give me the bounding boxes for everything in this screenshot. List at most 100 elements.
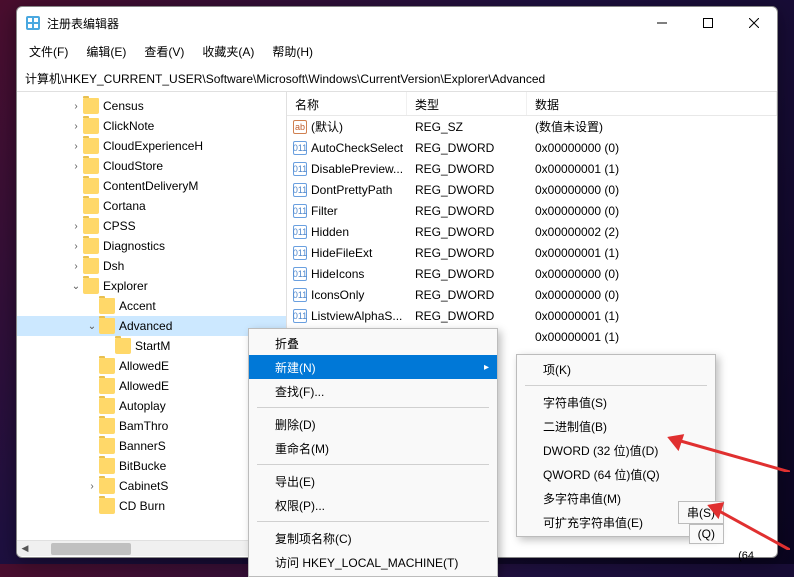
tree-item[interactable]: ›Census bbox=[17, 96, 286, 116]
hscroll-thumb[interactable] bbox=[51, 543, 131, 555]
value-name: ListviewAlphaS... bbox=[311, 309, 402, 323]
chevron-right-icon[interactable]: › bbox=[69, 161, 83, 172]
list-row[interactable]: 011DisablePreview...REG_DWORD0x00000001 … bbox=[287, 158, 777, 179]
tree-item[interactable]: ›ClickNote bbox=[17, 116, 286, 136]
maximize-button[interactable] bbox=[685, 7, 731, 39]
tree-item[interactable]: ›CabinetS bbox=[17, 476, 286, 496]
list-row[interactable]: 011HideFileExtREG_DWORD0x00000001 (1) bbox=[287, 242, 777, 263]
tree-item[interactable]: ContentDeliveryM bbox=[17, 176, 286, 196]
list-row[interactable]: 011HiddenREG_DWORD0x00000002 (2) bbox=[287, 221, 777, 242]
tree-item[interactable]: StartM bbox=[17, 336, 286, 356]
ctx-goto-hklm[interactable]: 访问 HKEY_LOCAL_MACHINE(T) bbox=[249, 550, 497, 574]
ctx-new-key[interactable]: 项(K) bbox=[517, 357, 715, 381]
chevron-right-icon[interactable]: › bbox=[69, 141, 83, 152]
ctx-delete[interactable]: 删除(D) bbox=[249, 412, 497, 436]
address-bar[interactable]: 计算机\HKEY_CURRENT_USER\Software\Microsoft… bbox=[17, 66, 777, 92]
tree-item[interactable]: CD Burn bbox=[17, 496, 286, 516]
list-header-name[interactable]: 名称 bbox=[287, 92, 407, 115]
chevron-right-icon[interactable]: › bbox=[69, 101, 83, 112]
ctx-new-string[interactable]: 字符串值(S) bbox=[517, 390, 715, 414]
ctx-find[interactable]: 查找(F)... bbox=[249, 379, 497, 403]
value-type: REG_DWORD bbox=[407, 267, 527, 281]
ctx-permissions[interactable]: 权限(P)... bbox=[249, 493, 497, 517]
chevron-down-icon[interactable]: ⌄ bbox=[69, 281, 83, 292]
menu-view[interactable]: 查看(V) bbox=[136, 41, 192, 62]
tree-item[interactable]: Cortana bbox=[17, 196, 286, 216]
ctx-new-binary[interactable]: 二进制值(B) bbox=[517, 414, 715, 438]
reg-binary-icon: 011 bbox=[293, 141, 307, 155]
scroll-left-arrow-icon[interactable]: ◀ bbox=[17, 543, 33, 554]
chevron-right-icon[interactable]: › bbox=[69, 241, 83, 252]
list-row[interactable]: 011IconsOnlyREG_DWORD0x00000000 (0) bbox=[287, 284, 777, 305]
tree-item[interactable]: ›Diagnostics bbox=[17, 236, 286, 256]
list-row[interactable]: 011AutoCheckSelectREG_DWORD0x00000000 (0… bbox=[287, 137, 777, 158]
ctx-copy-key[interactable]: 复制项名称(C) bbox=[249, 526, 497, 550]
folder-icon bbox=[99, 458, 115, 474]
value-type: REG_DWORD bbox=[407, 288, 527, 302]
tree-item-label: CPSS bbox=[103, 219, 136, 233]
folder-icon bbox=[99, 438, 115, 454]
list-header-type[interactable]: 类型 bbox=[407, 92, 527, 115]
value-name: HideFileExt bbox=[311, 246, 372, 260]
folder-icon bbox=[83, 218, 99, 234]
ctx-new-label: 新建(N) bbox=[275, 359, 316, 376]
tree-item[interactable]: Autoplay bbox=[17, 396, 286, 416]
value-name: HideIcons bbox=[311, 267, 364, 281]
ctx-export[interactable]: 导出(E) bbox=[249, 469, 497, 493]
list-row[interactable]: 011ListviewAlphaS...REG_DWORD0x00000001 … bbox=[287, 305, 777, 326]
menu-file[interactable]: 文件(F) bbox=[21, 41, 76, 62]
reg-string-icon: ab bbox=[293, 120, 307, 134]
tree-item[interactable]: BitBucke bbox=[17, 456, 286, 476]
value-data: 0x00000001 (1) bbox=[527, 309, 777, 323]
menu-edit[interactable]: 编辑(E) bbox=[78, 41, 134, 62]
tree-pane[interactable]: ›Census›ClickNote›CloudExperienceH›Cloud… bbox=[17, 92, 287, 556]
chevron-right-icon[interactable]: › bbox=[69, 261, 83, 272]
tree-item[interactable]: BannerS bbox=[17, 436, 286, 456]
ctx-collapse[interactable]: 折叠 bbox=[249, 331, 497, 355]
list-row[interactable]: ab(默认)REG_SZ(数值未设置) bbox=[287, 116, 777, 137]
tree-item-label: Accent bbox=[119, 299, 156, 313]
tree-item[interactable]: ›Dsh bbox=[17, 256, 286, 276]
value-type: REG_DWORD bbox=[407, 225, 527, 239]
value-data: 0x00000001 (1) bbox=[527, 162, 777, 176]
list-row[interactable]: 011DontPrettyPathREG_DWORD0x00000000 (0) bbox=[287, 179, 777, 200]
tree-item[interactable]: AllowedE bbox=[17, 376, 286, 396]
folder-icon bbox=[83, 118, 99, 134]
chevron-right-icon[interactable]: › bbox=[69, 121, 83, 132]
menu-help[interactable]: 帮助(H) bbox=[264, 41, 321, 62]
chevron-down-icon[interactable]: ⌄ bbox=[85, 321, 99, 332]
chevron-right-icon[interactable]: › bbox=[69, 221, 83, 232]
value-name: AutoCheckSelect bbox=[311, 141, 403, 155]
tree-hscrollbar[interactable]: ◀ ▶ bbox=[17, 540, 286, 556]
tree-item[interactable]: ›CloudStore bbox=[17, 156, 286, 176]
close-button[interactable] bbox=[731, 7, 777, 39]
tree-item-label: Explorer bbox=[103, 279, 148, 293]
ctx-new-dword[interactable]: DWORD (32 位)值(D) bbox=[517, 438, 715, 462]
partial-hint: (64 bbox=[738, 550, 754, 562]
tree-item-label: BamThro bbox=[119, 419, 168, 433]
ctx-new-qword[interactable]: QWORD (64 位)值(Q) bbox=[517, 462, 715, 486]
tree-item[interactable]: Accent bbox=[17, 296, 286, 316]
titlebar-left: 注册表编辑器 bbox=[25, 15, 119, 32]
folder-icon bbox=[99, 358, 115, 374]
ctx-new[interactable]: 新建(N) ▸ bbox=[249, 355, 497, 379]
tree-item[interactable]: › CPSS bbox=[17, 216, 286, 236]
list-header-data[interactable]: 数据 bbox=[527, 92, 777, 115]
folder-icon bbox=[83, 178, 99, 194]
value-name: DisablePreview... bbox=[311, 162, 403, 176]
folder-icon bbox=[99, 418, 115, 434]
minimize-button[interactable] bbox=[639, 7, 685, 39]
list-row[interactable]: 011FilterREG_DWORD0x00000000 (0) bbox=[287, 200, 777, 221]
tree-item[interactable]: ⌄ Explorer bbox=[17, 276, 286, 296]
list-row[interactable]: 011HideIconsREG_DWORD0x00000000 (0) bbox=[287, 263, 777, 284]
menu-favorites[interactable]: 收藏夹(A) bbox=[194, 41, 262, 62]
tree-item-label: CD Burn bbox=[119, 499, 165, 513]
ctx-rename[interactable]: 重命名(M) bbox=[249, 436, 497, 460]
tree-item[interactable]: ›CloudExperienceH bbox=[17, 136, 286, 156]
value-name: Hidden bbox=[311, 225, 349, 239]
tree-item[interactable]: AllowedE bbox=[17, 356, 286, 376]
tree-item[interactable]: ⌄Advanced bbox=[17, 316, 286, 336]
tree-item[interactable]: BamThro bbox=[17, 416, 286, 436]
tree-item-label: AllowedE bbox=[119, 359, 169, 373]
chevron-right-icon[interactable]: › bbox=[85, 481, 99, 492]
